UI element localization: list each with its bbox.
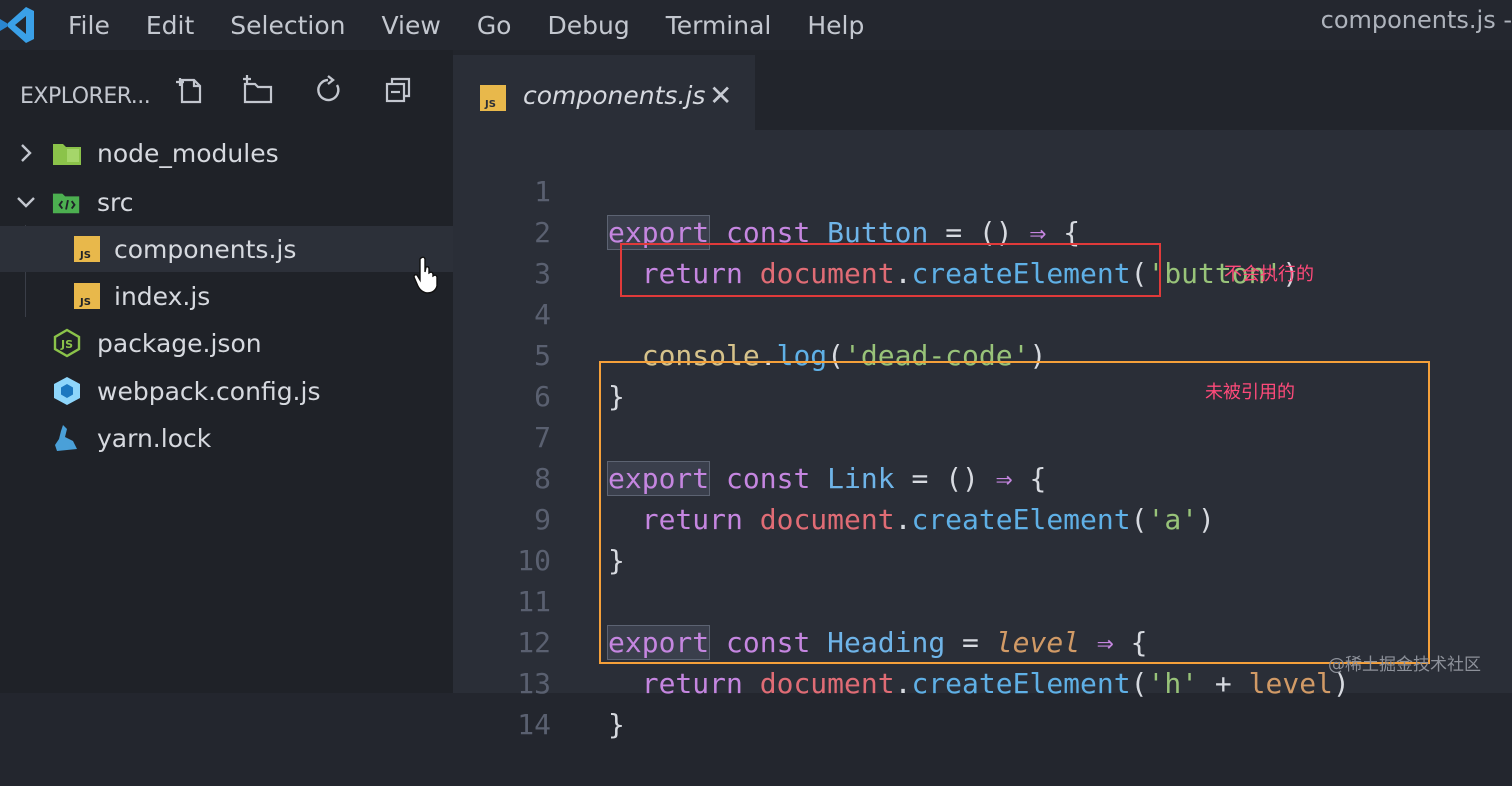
code-line: 1 export const Button = () ⇒ { — [453, 130, 1512, 250]
js-file-icon: JS — [72, 234, 102, 264]
svg-text:JS: JS — [79, 250, 91, 261]
tree-item-label: index.js — [114, 281, 211, 311]
collapse-all-icon[interactable] — [380, 72, 416, 108]
tree-item-label: package.json — [97, 328, 262, 358]
tree-item-webpack-config[interactable]: webpack.config.js — [0, 368, 453, 414]
code-line: 2 return document.createElement('button'… — [453, 171, 1512, 290]
menu-file[interactable]: File — [68, 11, 110, 40]
tree-item-label: components.js — [114, 234, 297, 264]
tree-item-node-modules[interactable]: node_modules — [0, 130, 453, 176]
menu-selection[interactable]: Selection — [230, 11, 345, 40]
tree-item-label: src — [97, 187, 134, 217]
folder-src-icon — [52, 187, 82, 217]
hand-cursor-icon — [413, 256, 438, 294]
menu-view[interactable]: View — [381, 11, 440, 40]
tree-item-components-js[interactable]: JS components.js — [0, 226, 453, 272]
svg-text:JS: JS — [79, 297, 91, 308]
chevron-right-icon — [21, 144, 32, 162]
menu-edit[interactable]: Edit — [146, 11, 194, 40]
menu-go[interactable]: Go — [477, 11, 512, 40]
js-file-icon: JS — [72, 281, 102, 311]
tree-item-label: webpack.config.js — [97, 376, 321, 406]
tab-bar: JS components.js ✕ — [453, 50, 1512, 130]
unused-exports-highlight-box — [599, 361, 1430, 664]
tree-item-yarn-lock[interactable]: yarn.lock — [0, 415, 453, 461]
tree-item-label: node_modules — [97, 138, 279, 168]
tree-item-index-js[interactable]: JS index.js — [0, 273, 453, 319]
dead-code-note: 不会执行的 — [1224, 264, 1314, 285]
menu-terminal[interactable]: Terminal — [666, 11, 772, 40]
tab-label: components.js — [523, 81, 706, 110]
menubar: File Edit Selection View Go Debug Termin… — [0, 0, 1512, 50]
unused-exports-note: 未被引用的 — [1205, 382, 1295, 403]
js-file-icon: JS — [480, 85, 506, 111]
vscode-logo-icon — [0, 0, 44, 50]
refresh-icon[interactable] — [310, 72, 346, 108]
line-number: 14 — [517, 708, 551, 741]
webpack-icon — [52, 376, 82, 406]
watermark: @稀土掘金技术社区 — [1328, 655, 1481, 675]
chevron-down-icon — [17, 197, 35, 208]
tree-item-package-json[interactable]: JS package.json — [0, 320, 453, 366]
dead-code-highlight-box — [620, 243, 1161, 297]
svg-text:JS: JS — [60, 338, 73, 351]
new-folder-icon[interactable] — [240, 72, 276, 108]
nodejs-icon: JS — [52, 328, 82, 358]
tab-components-js[interactable]: JS components.js ✕ — [453, 55, 755, 130]
explorer-header: EXPLORER... — [20, 76, 151, 116]
menu-help[interactable]: Help — [807, 11, 864, 40]
window-title: components.js - — [1320, 6, 1512, 34]
yarn-icon — [52, 423, 82, 453]
tree-item-src[interactable]: src — [0, 179, 453, 225]
folder-icon — [52, 138, 82, 168]
new-file-icon[interactable] — [172, 72, 208, 108]
code-line: 5 } — [453, 294, 1512, 413]
menu-debug[interactable]: Debug — [547, 11, 629, 40]
explorer-sidebar: EXPLORER... node_modules src JS componen… — [0, 50, 453, 693]
tree-item-label: yarn.lock — [97, 423, 212, 453]
tab-js-badge: JS — [485, 99, 496, 110]
explorer-title: EXPLORER... — [20, 83, 151, 109]
close-icon[interactable]: ✕ — [709, 79, 732, 112]
